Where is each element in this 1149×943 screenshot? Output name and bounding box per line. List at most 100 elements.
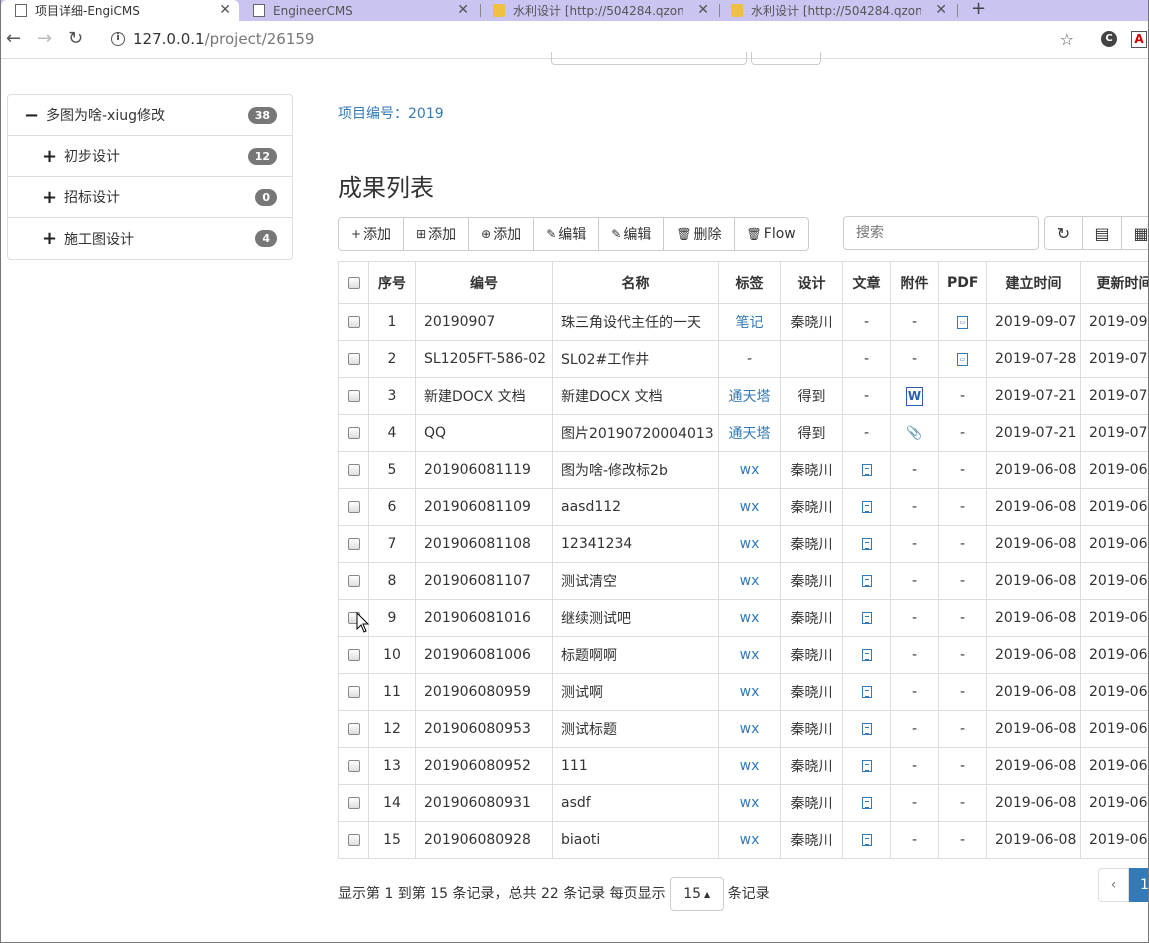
table-row[interactable]: 9 201906081016 继续测试吧 wx 秦晓川 - -2019-06-08 2019-… [338,599,1148,637]
table-row[interactable]: 1 20190907 珠三角设代主任的一天 笔记 秦晓川 - - ▭ 2019-09-07 201… [338,303,1148,341]
column-header[interactable]: 编号 [415,261,553,304]
new-tab-button[interactable]: + [971,0,986,19]
page-button-current[interactable]: 1 [1129,868,1148,902]
row-checkbox[interactable] [347,427,360,439]
add-article-button[interactable]: ⊕ 添加 [469,217,535,251]
select-all-checkbox-cell[interactable] [338,261,369,304]
column-header[interactable]: 序号 [368,261,416,304]
tab-engineercms[interactable]: EngineerCMS ✕ [247,0,477,21]
tag-link[interactable]: wx [740,795,760,811]
tag-link[interactable]: wx [740,499,760,515]
column-header[interactable]: 文章 [842,261,891,304]
row-checkbox[interactable] [347,316,360,328]
table-row[interactable]: 12 201906080953 测试标题 wx 秦晓川 - -2019-06-08 2019-… [338,710,1148,748]
table-row[interactable]: 6 201906081109 aasd112 wx 秦晓川 - -2019-06-08 201… [338,488,1148,526]
row-checkbox[interactable] [347,575,360,587]
row-checkbox[interactable] [347,501,360,513]
bookmark-star-icon[interactable]: ☆ [1060,30,1074,49]
tag-link[interactable]: wx [740,684,760,700]
column-header[interactable]: 名称 [552,261,719,304]
project-code-link[interactable]: 项目编号：2019 [338,103,444,123]
tag-link[interactable]: wx [740,610,760,626]
collapse-icon[interactable]: − [24,105,39,126]
column-header[interactable]: PDF [938,261,987,304]
row-checkbox[interactable] [347,464,360,476]
close-icon[interactable]: ✕ [219,2,231,18]
paperclip-icon[interactable]: 📎 [906,426,922,441]
column-header[interactable]: 更新时间 [1080,261,1148,304]
document-icon[interactable] [861,760,872,772]
row-checkbox[interactable] [347,390,360,402]
tree-node-tender-design[interactable]: + 招标设计 0 [8,177,292,218]
document-icon[interactable] [861,538,872,550]
table-row[interactable]: 13 201906080952 111 wx 秦晓川 - -2019-06-08 2019-0… [338,747,1148,785]
document-icon[interactable] [861,686,872,698]
edit-article-button[interactable]: ✎ 编辑 [599,217,665,251]
toggle-view-icon[interactable]: ▤ [1083,216,1122,250]
columns-icon[interactable]: ▦ [1122,216,1148,250]
close-icon[interactable]: ✕ [935,2,947,18]
row-checkbox[interactable] [347,723,360,735]
delete-button[interactable]: 🗑 删除 [664,217,735,251]
close-icon[interactable]: ✕ [457,2,469,18]
pdf-icon[interactable]: ▭ [957,315,968,329]
table-row[interactable]: 14 201906080931 asdf wx 秦晓川 - -2019-06-08 2019-… [338,784,1148,822]
table-row[interactable]: 5 201906081119 图为啥-修改标2b wx 秦晓川 - -2019-06-08 2… [338,451,1148,489]
close-icon[interactable]: ✕ [697,2,709,18]
document-icon[interactable] [861,612,872,624]
document-icon[interactable] [861,723,872,735]
table-row[interactable]: 11 201906080959 测试啊 wx 秦晓川 - -2019-06-08 2019-0… [338,673,1148,711]
tag-link[interactable]: 通天塔 [729,426,771,442]
column-header[interactable]: 设计 [780,261,843,304]
extension-icon[interactable]: C [1101,31,1117,47]
tag-link[interactable]: wx [740,721,760,737]
document-icon[interactable] [861,464,872,476]
expand-icon[interactable]: + [42,187,57,208]
tab-shuili-2[interactable]: 水利设计 [http://504284.qzone. ✕ [727,0,955,21]
tree-node-construction-design[interactable]: + 施工图设计 4 [8,218,292,259]
document-icon[interactable] [861,649,872,661]
table-row[interactable]: 10 201906081006 标题啊啊 wx 秦晓川 - -2019-06-08 2019-… [338,636,1148,674]
row-checkbox[interactable] [347,797,360,809]
forward-icon[interactable]: → [37,29,52,49]
extension-a-icon[interactable]: A [1131,31,1147,48]
expand-icon[interactable]: + [42,228,57,249]
document-icon[interactable] [861,797,872,809]
row-checkbox[interactable] [347,649,360,661]
table-row[interactable]: 3 新建DOCX 文档 新建DOCX 文档 通天塔 得到 - W -2019-07-21 201… [338,377,1148,415]
tag-link[interactable]: 通天塔 [729,389,771,405]
tag-link[interactable]: wx [740,462,760,478]
column-header[interactable]: 附件 [890,261,939,304]
tab-shuili-1[interactable]: 水利设计 [http://504284.qzone. ✕ [489,0,717,21]
flow-button[interactable]: 🗑 Flow [734,217,809,251]
add-button[interactable]: + 添加 [338,217,405,251]
info-icon[interactable]: i [111,32,125,46]
edit-button[interactable]: ✎ 编辑 [534,217,600,251]
word-file-icon[interactable]: W [906,386,923,406]
tag-link[interactable]: wx [740,536,760,552]
url-field[interactable]: i 127.0.0.1/project/26159 [111,30,314,48]
tag-link[interactable]: wx [740,647,760,663]
add-multiple-button[interactable]: ⊞ 添加 [404,217,470,251]
prev-page-button[interactable]: ‹ [1098,868,1129,902]
document-icon[interactable] [861,501,872,513]
row-checkbox[interactable] [347,834,360,846]
table-row[interactable]: 15 201906080928 biaoti wx 秦晓川 - -2019-06-08 201… [338,821,1148,859]
tag-link[interactable]: wx [740,832,760,848]
column-header[interactable]: 标签 [718,261,781,304]
expand-icon[interactable]: + [42,146,57,167]
tree-node-root[interactable]: − 多图为啥-xiug修改 38 [8,95,292,136]
row-checkbox[interactable] [347,353,360,365]
table-row[interactable]: 8 201906081107 测试清空 wx 秦晓川 - -2019-06-08 2019-0… [338,562,1148,600]
row-checkbox[interactable] [347,538,360,550]
search-input[interactable] [843,216,1039,250]
refresh-icon[interactable]: ↻ [1044,216,1083,250]
row-checkbox[interactable] [347,760,360,772]
column-header[interactable]: 建立时间 [986,261,1081,304]
tag-link[interactable]: wx [740,573,760,589]
tab-project-detail[interactable]: 项目详细-EngiCMS ✕ [1,0,239,21]
row-checkbox[interactable] [347,686,360,698]
document-icon[interactable] [861,575,872,587]
table-row[interactable]: 2 SL1205FT-586-02 SL02#工作井 - - - ▭ 2019-07-28 20… [338,340,1148,378]
tag-link[interactable]: wx [740,758,760,774]
